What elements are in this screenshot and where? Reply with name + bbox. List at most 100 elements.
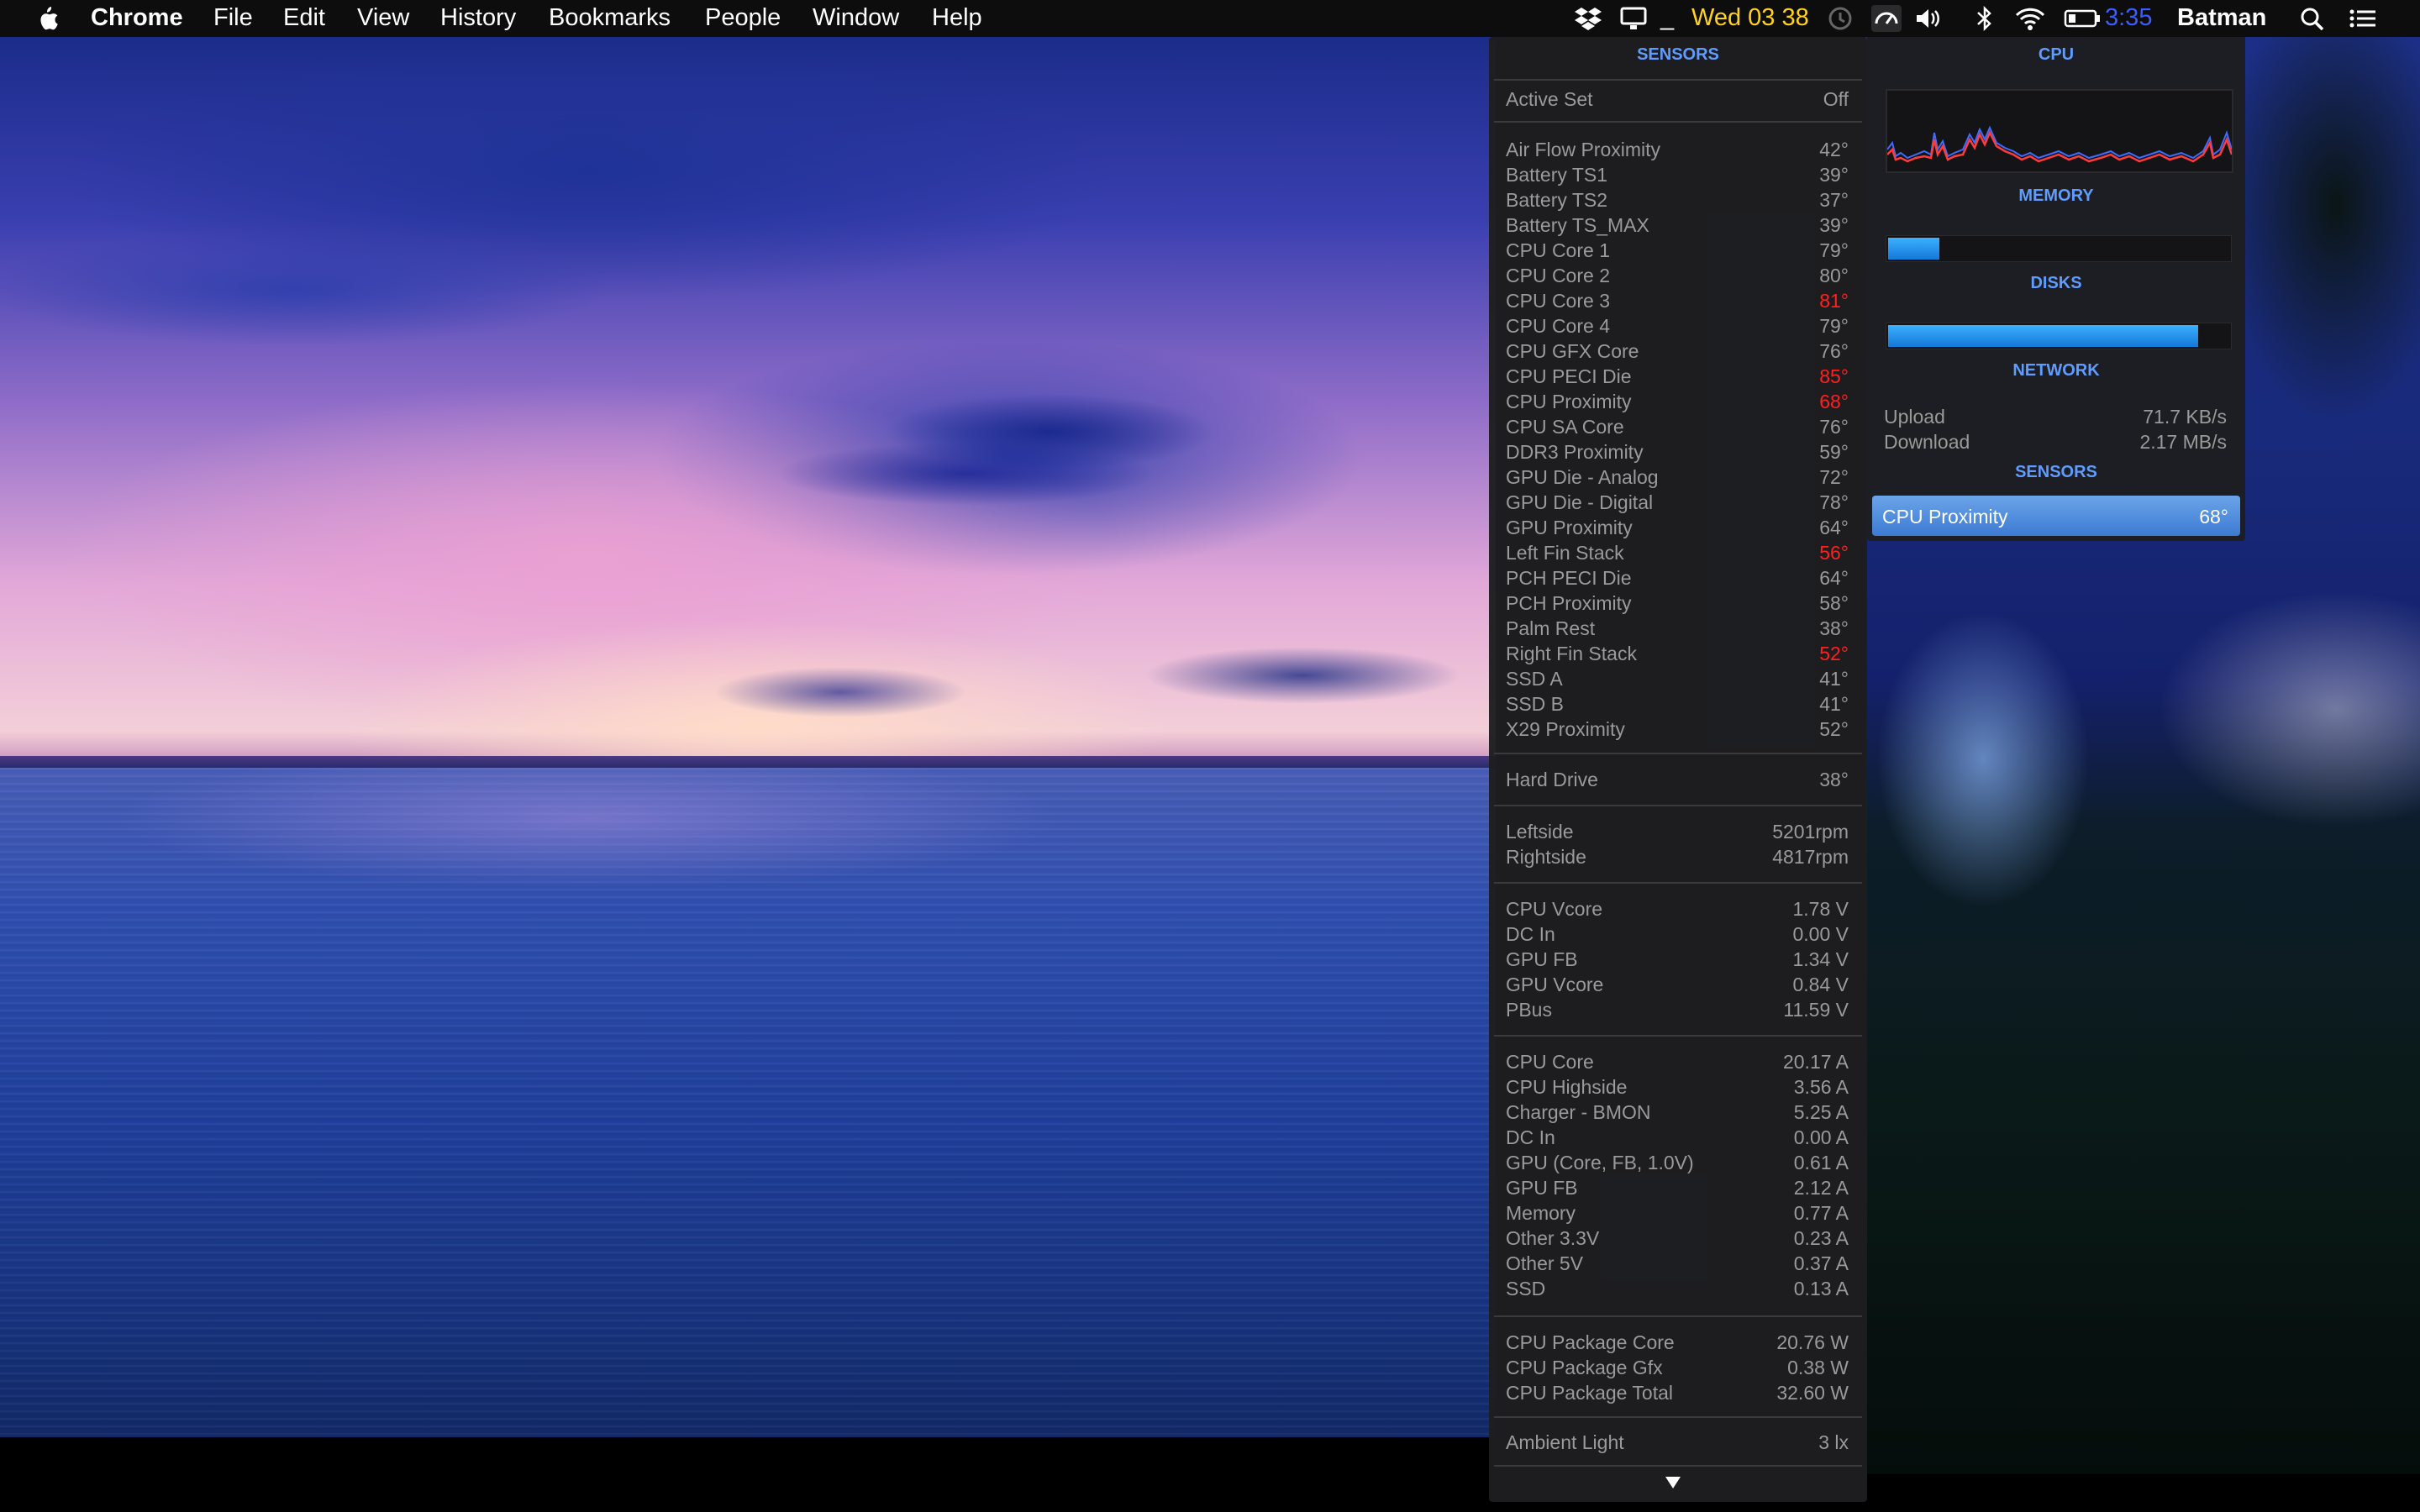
spotlight-search-icon[interactable] (2297, 5, 2328, 32)
power-row[interactable]: CPU Package Core 20.76 W (1506, 1331, 1849, 1357)
row-label: Palm Rest (1506, 617, 1596, 639)
voltage-row[interactable]: DC In 0.00 V (1506, 923, 1849, 948)
temperature-row[interactable]: Air Flow Proximity 42° (1506, 139, 1849, 164)
row-label: CPU Core 4 (1506, 315, 1610, 337)
temperature-row[interactable]: Right Fin Stack 52° (1506, 643, 1849, 668)
memory-bar[interactable] (1886, 235, 2232, 262)
upload-row[interactable]: Upload 71.7 KB/s (1884, 406, 2227, 431)
display-icon[interactable] (1618, 5, 1649, 32)
temperature-row[interactable]: GPU Proximity 64° (1506, 517, 1849, 542)
active-set-row[interactable]: Active Set Off (1506, 88, 1849, 113)
current-row[interactable]: SSD 0.13 A (1506, 1278, 1849, 1303)
temperature-row[interactable]: CPU Core 3 81° (1506, 290, 1849, 315)
menu-help[interactable]: Help (932, 4, 982, 32)
temperature-row[interactable]: CPU Core 1 79° (1506, 239, 1849, 265)
time-machine-icon[interactable] (1825, 5, 1855, 32)
scroll-down-arrow-icon[interactable] (1665, 1477, 1681, 1488)
row-label: Upload (1884, 406, 1945, 428)
row-label: CPU Proximity (1882, 506, 2008, 528)
wifi-icon[interactable] (2015, 5, 2045, 32)
menu-window[interactable]: Window (813, 4, 899, 32)
menu-history[interactable]: History (440, 4, 516, 32)
selected-sensor-row[interactable]: CPU Proximity 68° (1872, 496, 2240, 536)
user-name[interactable]: Batman (2177, 4, 2266, 32)
hard-drive-row[interactable]: Hard Drive 38° (1506, 769, 1849, 794)
disk-bar[interactable] (1886, 323, 2232, 349)
temperature-row[interactable]: CPU SA Core 76° (1506, 416, 1849, 441)
temperature-row[interactable]: CPU Core 2 80° (1506, 265, 1849, 290)
temperature-row[interactable]: Battery TS1 39° (1506, 164, 1849, 189)
current-row[interactable]: GPU FB 2.12 A (1506, 1177, 1849, 1202)
voltage-row[interactable]: GPU FB 1.34 V (1506, 948, 1849, 974)
power-row[interactable]: CPU Package Total 32.60 W (1506, 1382, 1849, 1407)
dropbox-icon[interactable] (1573, 5, 1603, 32)
current-row[interactable]: GPU (Core, FB, 1.0V) 0.61 A (1506, 1152, 1849, 1177)
temperature-row[interactable]: PCH PECI Die 64° (1506, 567, 1849, 592)
temperature-row[interactable]: Battery TS2 37° (1506, 189, 1849, 214)
fan-row[interactable]: Rightside 4817rpm (1506, 846, 1849, 871)
divider (1494, 753, 1862, 754)
row-label: SSD A (1506, 668, 1563, 690)
clock[interactable]: Wed 03 38 (1691, 4, 1809, 32)
menu-people[interactable]: People (705, 4, 781, 32)
voltage-row[interactable]: CPU Vcore 1.78 V (1506, 898, 1849, 923)
row-value: 42° (1819, 139, 1849, 160)
current-row[interactable]: CPU Core 20.17 A (1506, 1051, 1849, 1076)
menu-file[interactable]: File (213, 4, 253, 32)
row-label: Ambient Light (1506, 1431, 1624, 1453)
row-label: Hard Drive (1506, 769, 1598, 790)
temperature-row[interactable]: CPU Core 4 79° (1506, 315, 1849, 340)
row-value: 80° (1819, 265, 1849, 286)
row-value: 64° (1819, 517, 1849, 538)
row-label: CPU GFX Core (1506, 340, 1639, 362)
ambient-light-row[interactable]: Ambient Light 3 lx (1506, 1431, 1849, 1457)
app-menu-chrome[interactable]: Chrome (91, 4, 183, 32)
temperature-row[interactable]: PCH Proximity 58° (1506, 592, 1849, 617)
battery-time[interactable]: 3:35 (2105, 4, 2152, 32)
temperature-row[interactable]: CPU PECI Die 85° (1506, 365, 1849, 391)
row-label: PBus (1506, 999, 1552, 1021)
temperature-row[interactable]: CPU Proximity 68° (1506, 391, 1849, 416)
apple-menu-icon[interactable] (35, 5, 59, 32)
menu-view[interactable]: View (357, 4, 409, 32)
sensors-section-title: SENSORS (2015, 463, 2097, 481)
row-value: 41° (1819, 668, 1849, 690)
bluetooth-icon[interactable] (1970, 5, 2000, 32)
temperature-row[interactable]: SSD B 41° (1506, 693, 1849, 718)
istat-menus-icon[interactable] (1871, 5, 1902, 32)
volume-icon[interactable] (1914, 5, 1944, 32)
download-row[interactable]: Download 2.17 MB/s (1884, 431, 2227, 456)
row-value: 39° (1819, 214, 1849, 236)
row-value: 20.76 W (1776, 1331, 1849, 1353)
temperature-row[interactable]: CPU GFX Core 76° (1506, 340, 1849, 365)
temperature-row[interactable]: Palm Rest 38° (1506, 617, 1849, 643)
current-row[interactable]: DC In 0.00 A (1506, 1126, 1849, 1152)
desktop-bottom-strip (0, 1437, 1496, 1475)
temperature-row[interactable]: Battery TS_MAX 39° (1506, 214, 1849, 239)
row-value: 0.84 V (1792, 974, 1849, 995)
temperature-row[interactable]: SSD A 41° (1506, 668, 1849, 693)
current-row[interactable]: Memory 0.77 A (1506, 1202, 1849, 1227)
power-row[interactable]: CPU Package Gfx 0.38 W (1506, 1357, 1849, 1382)
row-label: CPU Core (1506, 1051, 1594, 1073)
fan-row[interactable]: Leftside 5201rpm (1506, 821, 1849, 846)
notification-center-icon[interactable] (2348, 5, 2378, 32)
current-row[interactable]: Other 5V 0.37 A (1506, 1252, 1849, 1278)
menu-bookmarks[interactable]: Bookmarks (549, 4, 671, 32)
row-label: Battery TS_MAX (1506, 214, 1649, 236)
current-row[interactable]: CPU Highside 3.56 A (1506, 1076, 1849, 1101)
menu-edit[interactable]: Edit (283, 4, 325, 32)
temperature-row[interactable]: X29 Proximity 52° (1506, 718, 1849, 743)
current-row[interactable]: Charger - BMON 5.25 A (1506, 1101, 1849, 1126)
row-label: Air Flow Proximity (1506, 139, 1661, 160)
temperature-row[interactable]: GPU Die - Digital 78° (1506, 491, 1849, 517)
voltage-row[interactable]: GPU Vcore 0.84 V (1506, 974, 1849, 999)
cpu-usage-graph[interactable] (1886, 89, 2233, 173)
temperature-row[interactable]: GPU Die - Analog 72° (1506, 466, 1849, 491)
temperature-row[interactable]: DDR3 Proximity 59° (1506, 441, 1849, 466)
battery-icon[interactable] (2064, 5, 2101, 32)
temperature-row[interactable]: Left Fin Stack 56° (1506, 542, 1849, 567)
row-value: 0.38 W (1787, 1357, 1849, 1378)
current-row[interactable]: Other 3.3V 0.23 A (1506, 1227, 1849, 1252)
voltage-row[interactable]: PBus 11.59 V (1506, 999, 1849, 1024)
